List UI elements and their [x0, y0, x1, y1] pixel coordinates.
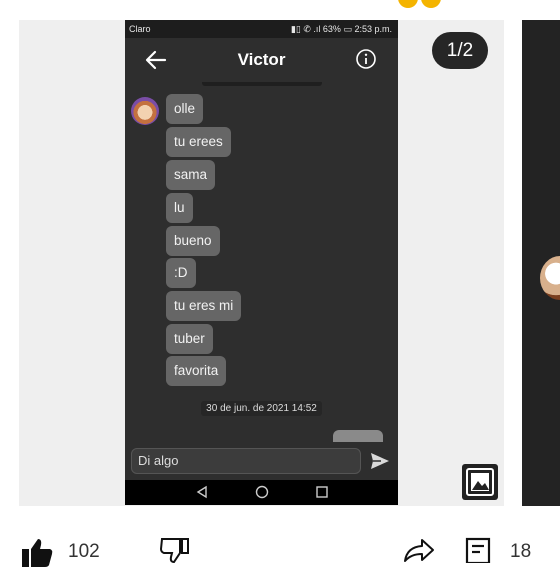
thumbs-up-icon[interactable] [20, 537, 54, 567]
back-nav-icon[interactable] [195, 485, 209, 499]
next-gallery-card[interactable] [522, 20, 560, 506]
battery-icon: ▭ [343, 24, 352, 34]
avatar [540, 256, 560, 300]
incoming-message[interactable]: olle [166, 94, 204, 124]
chat-header: Victor [125, 38, 398, 82]
incoming-message[interactable]: bueno [166, 226, 220, 256]
incoming-message[interactable]: tu erees [166, 127, 231, 157]
android-nav-bar [125, 480, 398, 505]
thumbs-down-icon[interactable] [158, 537, 192, 563]
date-separator-text: 30 de jun. de 2021 14:52 [201, 401, 322, 416]
incoming-message[interactable]: :D [166, 258, 196, 288]
message-input[interactable]: Di algo [131, 448, 361, 474]
incoming-message[interactable]: lu [166, 193, 193, 223]
incoming-message[interactable]: sama [166, 160, 216, 190]
home-nav-icon[interactable] [255, 485, 269, 499]
battery-label: 63% [322, 24, 341, 34]
date-separator: 30 de jun. de 2021 14:52 [125, 401, 398, 416]
emoji-reactions [398, 0, 448, 8]
incoming-message[interactable]: tu eres mi [166, 291, 242, 321]
page-counter: 1/2 [432, 32, 488, 69]
recents-nav-icon[interactable] [315, 485, 329, 499]
avatar[interactable] [131, 97, 159, 125]
incoming-message[interactable]: favorita [166, 356, 227, 386]
status-indicators: ▮▯ ✆ .ıl 63% ▭ 2:53 p.m. [291, 24, 392, 35]
status-bar: Claro ▮▯ ✆ .ıl 63% ▭ 2:53 p.m. [125, 20, 398, 38]
send-icon[interactable] [369, 450, 391, 472]
comment-icon[interactable] [464, 537, 492, 563]
time-label: 2:53 p.m. [354, 24, 392, 34]
incoming-message[interactable]: tuber [166, 324, 213, 354]
share-icon[interactable] [402, 537, 436, 563]
input-bar: Di algo [125, 442, 398, 480]
scroll-edge [202, 82, 322, 86]
gallery-icon[interactable] [462, 464, 498, 500]
info-icon[interactable] [355, 48, 377, 70]
signal-icon: ▮▯ ✆ .ıl [290, 24, 321, 34]
carrier-label: Claro [129, 24, 151, 34]
chat-screenshot: Claro ▮▯ ✆ .ıl 63% ▭ 2:53 p.m. Victor ol… [125, 20, 398, 505]
